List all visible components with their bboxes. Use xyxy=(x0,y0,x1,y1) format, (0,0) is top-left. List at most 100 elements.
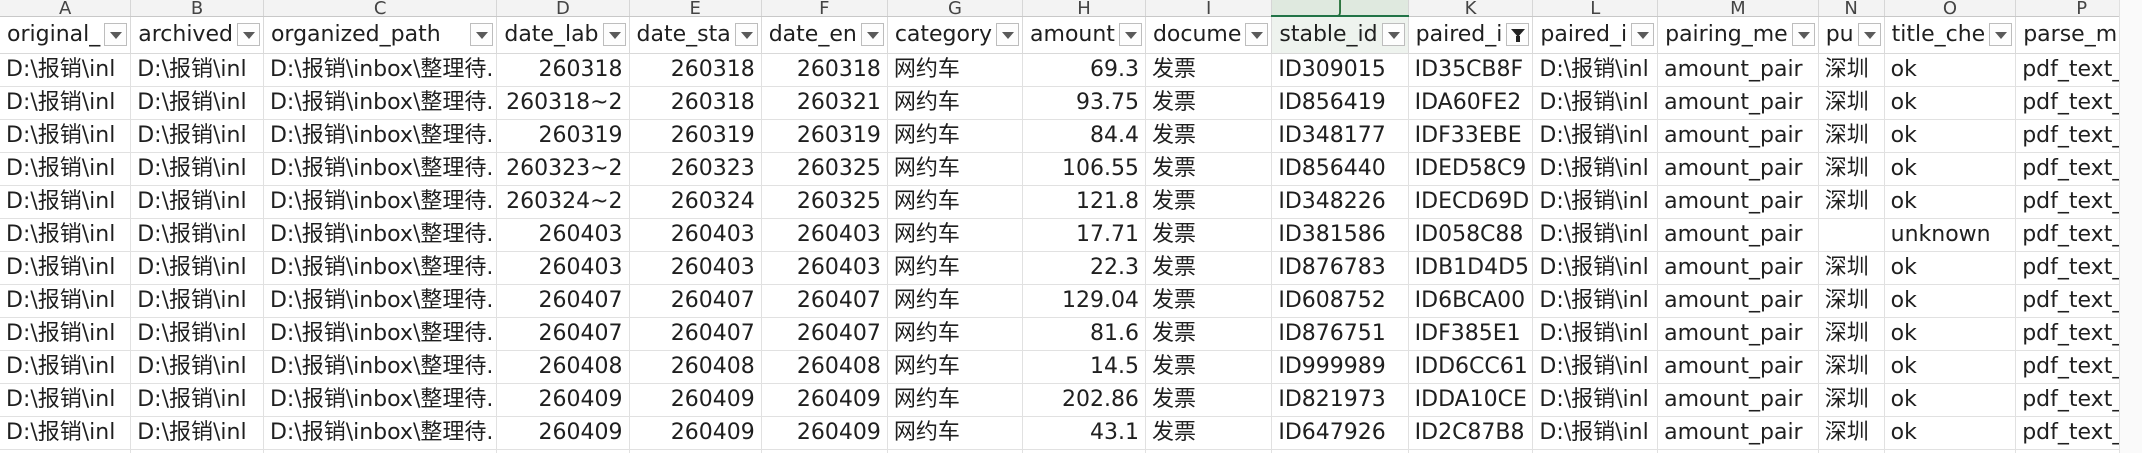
column-header-b[interactable]: B xyxy=(130,0,264,17)
table-cell[interactable]: 深圳 xyxy=(1818,350,1885,384)
filter-dropdown-icon[interactable] xyxy=(1245,22,1269,46)
table-cell[interactable]: 84.4 xyxy=(1022,119,1146,153)
empty-cell[interactable] xyxy=(130,449,264,453)
table-cell[interactable]: 260407 xyxy=(496,284,630,318)
table-cell[interactable]: ID348177 xyxy=(1271,119,1409,153)
filter-dropdown-icon[interactable] xyxy=(996,22,1020,46)
table-cell[interactable]: IDED58C9 xyxy=(1408,152,1534,186)
filter-dropdown-icon[interactable] xyxy=(1989,22,2013,46)
table-cell[interactable]: 106.55 xyxy=(1022,152,1146,186)
table-cell[interactable]: 260319 xyxy=(761,119,888,153)
column-header-k[interactable]: K xyxy=(1408,0,1534,17)
filter-dropdown-icon[interactable] xyxy=(860,22,884,46)
table-cell[interactable]: amount_pair xyxy=(1657,86,1819,120)
table-cell[interactable]: D:\报销\inl xyxy=(1532,53,1659,87)
column-header-i[interactable]: I xyxy=(1145,0,1273,17)
column-header-h[interactable]: H xyxy=(1022,0,1146,17)
table-cell[interactable]: IDF385E1 xyxy=(1408,317,1534,351)
column-header-g[interactable]: G xyxy=(887,0,1024,17)
table-cell[interactable]: D:\报销\inl xyxy=(0,53,132,87)
table-cell[interactable]: D:\报销\inl xyxy=(0,86,132,120)
table-cell[interactable]: 260407 xyxy=(761,284,888,318)
table-cell[interactable]: 深圳 xyxy=(1818,152,1885,186)
column-header-l[interactable]: L xyxy=(1532,0,1659,17)
table-cell[interactable]: 17.71 xyxy=(1022,218,1146,252)
table-cell[interactable]: D:\报销\inl xyxy=(1532,251,1659,285)
table-cell[interactable]: 发票 xyxy=(1145,383,1273,417)
column-header-n[interactable]: N xyxy=(1818,0,1885,17)
table-cell[interactable]: D:\报销\inl xyxy=(130,218,264,252)
table-cell[interactable]: D:\报销\inbox\整理待. xyxy=(263,383,498,417)
table-cell[interactable]: ID381586 xyxy=(1271,218,1409,252)
table-cell[interactable]: ok xyxy=(1884,251,2017,285)
table-cell[interactable]: amount_pair xyxy=(1657,317,1819,351)
field-header-cell[interactable]: category xyxy=(887,16,1024,54)
field-header-cell[interactable]: stable_id xyxy=(1271,16,1409,54)
table-cell[interactable]: 260409 xyxy=(496,416,630,450)
table-cell[interactable]: 网约车 xyxy=(887,86,1024,120)
table-cell[interactable]: 260318 xyxy=(629,86,762,120)
empty-cell[interactable] xyxy=(1271,449,1409,453)
empty-cell[interactable] xyxy=(1818,449,1885,453)
empty-cell[interactable] xyxy=(887,449,1024,453)
table-cell[interactable]: D:\报销\inl xyxy=(0,152,132,186)
table-cell[interactable]: 260325 xyxy=(761,185,888,219)
table-cell[interactable]: 260408 xyxy=(629,350,762,384)
table-cell[interactable]: 260407 xyxy=(761,317,888,351)
table-cell[interactable]: amount_pair xyxy=(1657,251,1819,285)
table-cell[interactable]: 网约车 xyxy=(887,119,1024,153)
table-cell[interactable]: 发票 xyxy=(1145,350,1273,384)
field-header-cell[interactable]: organized_path xyxy=(263,16,498,54)
table-cell[interactable]: D:\报销\inl xyxy=(130,152,264,186)
table-cell[interactable]: ID856419 xyxy=(1271,86,1409,120)
table-cell[interactable]: 发票 xyxy=(1145,53,1273,87)
table-cell[interactable]: D:\报销\inl xyxy=(130,53,264,87)
table-cell[interactable]: 深圳 xyxy=(1818,119,1885,153)
table-cell[interactable]: amount_pair xyxy=(1657,185,1819,219)
table-cell[interactable]: 深圳 xyxy=(1818,383,1885,417)
table-cell[interactable]: 129.04 xyxy=(1022,284,1146,318)
table-cell[interactable]: D:\报销\inl xyxy=(1532,383,1659,417)
table-cell[interactable]: 260407 xyxy=(629,317,762,351)
filter-dropdown-icon[interactable] xyxy=(1631,22,1655,46)
table-cell[interactable]: D:\报销\inbox\整理待. xyxy=(263,119,498,153)
table-cell[interactable]: 网约车 xyxy=(887,317,1024,351)
table-cell[interactable]: 260318 xyxy=(761,53,888,87)
filter-dropdown-icon[interactable] xyxy=(602,22,626,46)
field-header-cell[interactable]: title_che xyxy=(1884,16,2017,54)
table-cell[interactable]: ok xyxy=(1884,119,2017,153)
filter-dropdown-icon[interactable] xyxy=(1791,22,1815,46)
table-cell[interactable]: D:\报销\inbox\整理待. xyxy=(263,53,498,87)
table-cell[interactable]: 260403 xyxy=(629,251,762,285)
table-cell[interactable]: D:\报销\inl xyxy=(0,284,132,318)
column-header-c[interactable]: C xyxy=(263,0,498,17)
field-header-cell[interactable]: paired_i xyxy=(1408,16,1534,54)
table-cell[interactable]: D:\报销\inbox\整理待. xyxy=(263,218,498,252)
empty-cell[interactable] xyxy=(629,449,762,453)
table-cell[interactable]: D:\报销\inl xyxy=(0,350,132,384)
table-cell[interactable]: ok xyxy=(1884,350,2017,384)
table-cell[interactable]: 260403 xyxy=(761,251,888,285)
table-cell[interactable]: ok xyxy=(1884,53,2017,87)
filter-dropdown-icon[interactable] xyxy=(470,22,494,46)
column-header-f[interactable]: F xyxy=(761,0,888,17)
filter-dropdown-icon[interactable] xyxy=(236,22,260,46)
table-cell[interactable]: IDF33EBE xyxy=(1408,119,1534,153)
table-cell[interactable]: 260323~2 xyxy=(496,152,630,186)
table-cell[interactable]: 网约车 xyxy=(887,284,1024,318)
table-cell[interactable]: 深圳 xyxy=(1818,317,1885,351)
table-cell[interactable]: amount_pair xyxy=(1657,152,1819,186)
table-cell[interactable]: 260403 xyxy=(761,218,888,252)
table-cell[interactable]: ok xyxy=(1884,416,2017,450)
table-cell[interactable]: amount_pair xyxy=(1657,119,1819,153)
filter-active-icon[interactable] xyxy=(1506,22,1530,46)
empty-cell[interactable] xyxy=(1532,449,1659,453)
empty-cell[interactable] xyxy=(0,449,132,453)
table-cell[interactable]: unknown xyxy=(1884,218,2017,252)
table-cell[interactable]: 发票 xyxy=(1145,284,1273,318)
table-cell[interactable]: 深圳 xyxy=(1818,53,1885,87)
table-cell[interactable]: 发票 xyxy=(1145,251,1273,285)
table-cell[interactable]: D:\报销\inl xyxy=(1532,119,1659,153)
table-cell[interactable]: IDECD69D xyxy=(1408,185,1534,219)
table-cell[interactable]: ID608752 xyxy=(1271,284,1409,318)
